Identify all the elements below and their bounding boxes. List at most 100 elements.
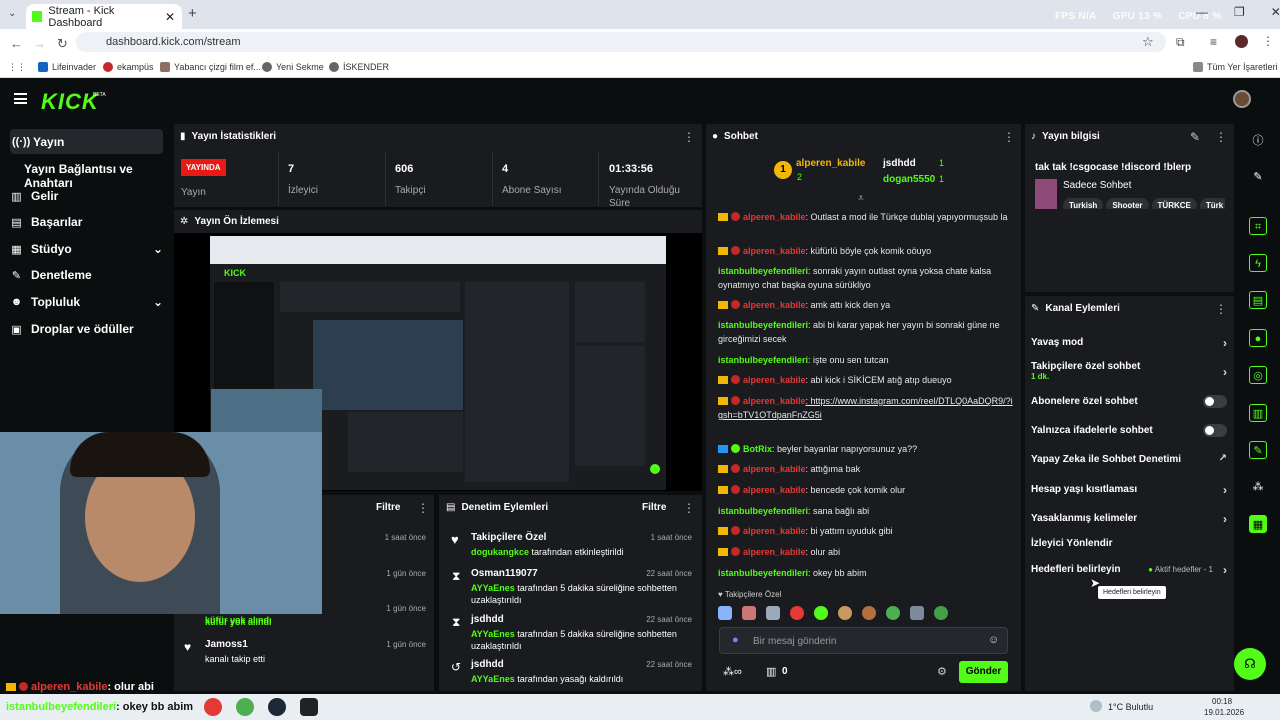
lightning-icon[interactable]: ϟ [1249,254,1267,272]
support-headset-icon[interactable]: ☊ [1234,648,1266,680]
chat-bubble-icon[interactable]: ● [1249,329,1267,347]
edit-icon[interactable]: ✎ [1190,130,1200,144]
activity-filter-button[interactable]: Filtre [376,502,400,513]
tag[interactable]: Turkish [1063,198,1104,209]
url-bar[interactable]: dashboard.kick.com/stream [76,32,1166,52]
sidebar-item-stream-key[interactable]: Yayın Bağlantısı ve Anahtarı [24,162,177,190]
sidebar-item-droplar[interactable]: ▣ Droplar ve ödüller [10,322,163,336]
chat-username[interactable]: istanbulbeyefendileri [718,506,808,516]
chat-username[interactable]: istanbulbeyefendileri [718,266,808,276]
chat-username[interactable]: alperen_kabile [743,375,806,385]
minimize-icon[interactable]: — [1196,5,1208,19]
leaderboard-1-name[interactable]: alperen_kabile [796,158,865,169]
bookmark-star-icon[interactable]: ☆ [1142,34,1154,50]
emote[interactable] [838,606,852,620]
chat-username[interactable]: alperen_kabile [743,212,806,222]
bookmark-1[interactable]: Lifeinvader [38,62,96,72]
emote[interactable] [766,606,780,620]
sidebar-item-topluluk[interactable]: ☻ Topluluk ⌄ [10,295,163,309]
back-icon[interactable]: ← [10,36,23,51]
action-subscribers-only[interactable]: Abonelere özel sohbet [1031,395,1227,408]
crop-icon[interactable]: ⌗ [1249,217,1267,235]
chat-username[interactable]: alperen_kabile [743,485,806,495]
apps-icon[interactable]: ⋮⋮ [8,62,26,73]
action-followers-only[interactable]: Takipçilere özel sohbet 1 dk. › [1031,361,1227,381]
layout-icon[interactable]: ▥ [1249,404,1267,422]
epic-games-icon[interactable] [300,698,318,716]
chat-input[interactable]: ● Bir mesaj gönderin ☺ [719,627,1008,654]
emote[interactable] [886,606,900,620]
chat-username[interactable]: alperen_kabile [743,300,806,310]
activity-menu-icon[interactable]: ⋮ [417,501,429,515]
chat-username[interactable]: istanbulbeyefendileri [718,568,808,578]
emote[interactable] [742,606,756,620]
action-banned-words[interactable]: Yasaklanmış kelimeler › [1031,512,1227,526]
tag[interactable]: Shooter [1106,198,1149,209]
subscribers-only-toggle[interactable] [1203,395,1227,408]
channel-points-icon[interactable]: ⁂∞ [723,665,742,678]
hamburger-menu-icon[interactable] [14,93,27,104]
community-dots-icon[interactable]: ⁂ [1249,478,1267,496]
chat-username[interactable]: alperen_kabile [743,526,806,536]
leaderboard-3-name[interactable]: dogan5550 [883,174,935,185]
emote-only-toggle[interactable] [1203,424,1227,437]
clipboard-icon[interactable]: ▤ [1249,291,1267,309]
new-tab-icon[interactable]: + [188,5,197,22]
action-slow-mode[interactable]: Yavaş mod › [1031,336,1227,350]
expand-chevron-icon[interactable]: ⩡ [858,193,864,204]
channel-actions-menu-icon[interactable]: ⋮ [1215,302,1227,316]
sidebar-item-denetleme[interactable]: ✎ Denetleme [10,268,163,282]
chat-username[interactable]: istanbulbeyefendileri [718,320,808,330]
bookmark-3[interactable]: Yabancı çizgi film ef... [160,62,261,72]
tab-search-icon[interactable]: ⌄ [8,8,16,19]
sidebar-item-studyo[interactable]: ▦ Stüdyo ⌄ [10,242,163,256]
emote[interactable] [910,606,924,620]
close-window-icon[interactable]: ✕ [1271,5,1280,19]
microphone-icon[interactable]: ● [732,634,739,646]
send-button[interactable]: Gönder [959,661,1008,683]
maximize-icon[interactable]: ❐ [1234,5,1245,19]
chat-settings-icon[interactable]: ⚙ [937,665,947,678]
app-icon[interactable] [204,698,222,716]
wrench-tool-icon[interactable]: ✎ [1249,441,1267,459]
forward-icon[interactable]: → [33,36,46,51]
chat-username[interactable]: istanbulbeyefendileri [718,355,808,365]
emote[interactable] [718,606,732,620]
chat-username[interactable]: alperen_kabile [743,547,806,557]
steam-icon[interactable] [268,698,286,716]
profile-icon[interactable] [1235,35,1248,48]
sidebar-item-yayin[interactable]: ((·)) Yayın [10,129,163,154]
emote[interactable] [814,606,828,620]
emote[interactable] [934,606,948,620]
bookmark-5[interactable]: İSKENDER [329,62,389,72]
bookmark-2[interactable]: ekampüs [103,62,154,72]
audit-filter-button[interactable]: Filtre [642,502,666,513]
tag[interactable]: TÜRKCE [1151,198,1197,209]
chat-menu-icon[interactable]: ⋮ [1003,130,1015,144]
chrome-menu-icon[interactable]: ⋮ [1262,34,1274,48]
chat-username[interactable]: alperen_kabile [743,464,806,474]
reading-list-icon[interactable]: ≡ [1210,35,1217,49]
leaderboard-2-name[interactable]: jsdhdd [883,158,916,169]
action-ai-moderation[interactable]: Yapay Zeka ile Sohbet Denetimi ↗ [1031,453,1227,465]
sidebar-item-basarilar[interactable]: ▤ Başarılar [10,215,163,229]
audit-menu-icon[interactable]: ⋮ [683,501,695,515]
stats-menu-icon[interactable]: ⋮ [683,130,695,144]
action-account-age[interactable]: Hesap yaşı kısıtlaması › [1031,483,1227,497]
pen-icon[interactable]: ✎ [1249,168,1267,186]
stream-info-menu-icon[interactable]: ⋮ [1215,130,1227,144]
close-tab-icon[interactable]: ✕ [165,10,175,24]
chat-username[interactable]: alperen_kabile [743,396,806,406]
emoji-icon[interactable]: ☺ [988,634,999,646]
tag[interactable]: Türk [1199,198,1225,209]
all-bookmarks[interactable]: Tüm Yer İşaretleri [1193,62,1278,72]
category-name[interactable]: Sadece Sohbet [1063,180,1131,191]
user-avatar[interactable] [1233,90,1251,108]
browser-tab[interactable]: Stream - Kick Dashboard ✕ [26,4,182,29]
extensions-icon[interactable]: ⧉ [1176,35,1185,50]
broadcast-signal-icon[interactable]: ◎ [1249,366,1267,384]
sidebar-item-gelir[interactable]: ▥ Gelir [10,189,163,203]
emote[interactable] [862,606,876,620]
clapperboard-icon[interactable]: ▦ [1249,515,1267,533]
kick-logo[interactable]: KICK [41,89,99,115]
